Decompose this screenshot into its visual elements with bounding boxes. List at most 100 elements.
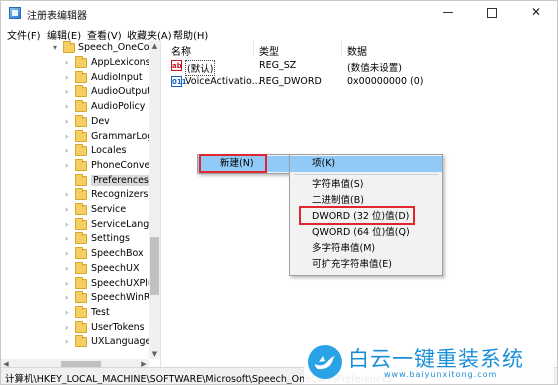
tree-item[interactable]: › Test xyxy=(1,305,151,321)
scroll-up-icon[interactable]: ▲ xyxy=(149,41,160,51)
tree-item[interactable]: › SpeechBox xyxy=(1,247,151,262)
menu-item-label: 项(K) xyxy=(312,158,336,169)
folder-icon xyxy=(75,158,87,171)
column-header-data[interactable]: 数据 xyxy=(347,43,367,58)
tree-item-label: AudioInput xyxy=(91,71,143,83)
tree-item[interactable]: › GrammarLog xyxy=(1,129,153,145)
menu-favorites[interactable]: 收藏夹(A) xyxy=(127,27,172,42)
chevron-right-icon[interactable]: › xyxy=(65,249,73,259)
menu-file[interactable]: 文件(F) xyxy=(7,27,41,42)
tree-item-label: SpeechUX xyxy=(91,262,140,274)
tree-item[interactable]: Preferences xyxy=(1,173,151,189)
tree-item[interactable]: › Service xyxy=(1,203,151,218)
submenu-item-string[interactable]: 字符串值(S) xyxy=(290,177,442,193)
submenu-item-expandstring[interactable]: 可扩充字符串值(E) xyxy=(290,257,442,273)
tree-vertical-scrollbar[interactable]: ▲ ▼ xyxy=(149,41,160,359)
submenu-item-qword[interactable]: QWORD (64 位)值(Q) xyxy=(290,225,442,241)
tree-item[interactable]: › SpeechUXPlu xyxy=(1,276,154,292)
tree-item-parent[interactable]: ▾ Speech_OneCore xyxy=(1,41,159,56)
chevron-right-icon[interactable]: › xyxy=(65,264,73,274)
chevron-right-icon[interactable]: › xyxy=(65,190,73,200)
tree-item[interactable]: › Recognizers xyxy=(1,188,151,203)
folder-icon xyxy=(75,232,87,245)
chevron-right-icon[interactable]: › xyxy=(65,323,73,333)
menu-view[interactable]: 查看(V) xyxy=(87,27,122,42)
tree-item-label: Test xyxy=(91,306,110,318)
minimize-icon xyxy=(443,12,453,13)
chevron-right-icon[interactable]: › xyxy=(65,308,73,318)
tree-item[interactable]: › Dev xyxy=(1,114,151,130)
chevron-right-icon[interactable]: › xyxy=(65,234,73,244)
tree-item[interactable]: › AudioInput xyxy=(1,70,151,86)
minimize-button[interactable] xyxy=(431,1,465,25)
tree-item-label: Dev xyxy=(91,115,110,127)
submenu-item-key[interactable]: 项(K) xyxy=(290,156,442,172)
tree-item[interactable]: › Locales xyxy=(1,144,151,159)
chevron-right-icon[interactable]: › xyxy=(65,87,73,97)
title-bar: 注册表编辑器 ✕ xyxy=(1,1,557,25)
chevron-right-icon[interactable]: › xyxy=(65,102,73,112)
chevron-right-icon[interactable]: › xyxy=(65,132,73,142)
column-divider[interactable] xyxy=(341,41,342,55)
chevron-right-icon[interactable]: › xyxy=(65,220,73,230)
tree-item[interactable]: › SpeechWinRT xyxy=(1,291,156,306)
tree-item[interactable]: › UserTokens xyxy=(1,320,151,336)
column-divider[interactable] xyxy=(253,41,254,55)
close-button[interactable]: ✕ xyxy=(519,1,553,25)
tree-item[interactable]: › ServiceLangu xyxy=(1,217,155,233)
folder-icon xyxy=(75,70,87,83)
tree-item-label: Speech_OneCore xyxy=(78,42,160,53)
folder-icon xyxy=(75,261,87,274)
value-row[interactable]: ab (默认) REG_SZ (数值未设置) xyxy=(167,59,547,76)
column-header-type[interactable]: 类型 xyxy=(259,43,279,58)
folder-icon xyxy=(75,305,87,318)
menu-help[interactable]: 帮助(H) xyxy=(173,27,208,42)
menu-edit[interactable]: 编辑(E) xyxy=(47,27,81,42)
maximize-icon xyxy=(487,7,497,18)
string-value-icon: ab xyxy=(171,60,182,71)
scroll-down-icon[interactable]: ▼ xyxy=(149,349,160,359)
folder-icon xyxy=(75,320,87,333)
menu-item-label: 字符串值(S) xyxy=(312,179,364,190)
submenu-item-multistring[interactable]: 多字符串值(M) xyxy=(290,241,442,257)
tree-item-label: SpeechWinRT xyxy=(91,292,156,304)
tree-item[interactable]: › PhoneConver xyxy=(1,158,155,174)
value-row[interactable]: 011 VoiceActivatio... REG_DWORD 0x000000… xyxy=(167,75,547,90)
folder-icon xyxy=(75,276,87,289)
folder-icon xyxy=(75,173,87,186)
chevron-right-icon[interactable] xyxy=(65,176,73,186)
chevron-down-icon[interactable]: ▾ xyxy=(53,43,61,53)
chevron-right-icon[interactable]: › xyxy=(65,58,73,68)
tree-item-label: Settings xyxy=(91,233,130,245)
registry-tree: ▾ Speech_OneCore › AppLexicons › AudioInput… xyxy=(1,41,161,371)
menu-bar: 文件(F) 编辑(E) 查看(V) 收藏夹(A) 帮助(H) xyxy=(1,25,557,42)
chevron-right-icon[interactable]: › xyxy=(65,205,73,215)
folder-icon xyxy=(75,291,87,304)
chevron-right-icon[interactable]: › xyxy=(65,73,73,83)
maximize-button[interactable] xyxy=(475,1,509,25)
chevron-right-icon[interactable]: › xyxy=(65,117,73,127)
tree-item[interactable]: › AudioOutput xyxy=(1,85,151,100)
tree-item-label: PhoneConver xyxy=(91,159,155,171)
folder-icon xyxy=(75,188,87,201)
folder-icon xyxy=(75,247,87,260)
tree-item[interactable]: › AppLexicons xyxy=(1,56,151,71)
chevron-right-icon[interactable]: › xyxy=(65,279,73,289)
column-header-name[interactable]: 名称 xyxy=(171,43,191,58)
value-type: REG_SZ xyxy=(259,60,297,71)
tree-item[interactable]: › Settings xyxy=(1,232,151,247)
tree-item-label: ServiceLangu xyxy=(91,218,156,230)
chevron-right-icon[interactable]: › xyxy=(65,146,73,156)
chevron-right-icon[interactable]: › xyxy=(65,161,73,171)
binary-value-icon: 011 xyxy=(171,76,187,87)
folder-icon xyxy=(75,56,87,68)
chevron-right-icon[interactable]: › xyxy=(65,337,73,347)
tree-item-label: SpeechBox xyxy=(91,248,144,260)
value-data: 0x00000000 (0) xyxy=(347,76,424,87)
tree-item-label: SpeechUXPlu xyxy=(91,277,154,289)
tree-item[interactable]: › SpeechUX xyxy=(1,261,151,277)
tree-item[interactable]: › UXLanguages xyxy=(1,335,156,350)
tree-item[interactable]: › AudioPolicy xyxy=(1,100,151,115)
chevron-right-icon[interactable]: › xyxy=(65,293,73,303)
scrollbar-thumb[interactable] xyxy=(150,237,159,295)
